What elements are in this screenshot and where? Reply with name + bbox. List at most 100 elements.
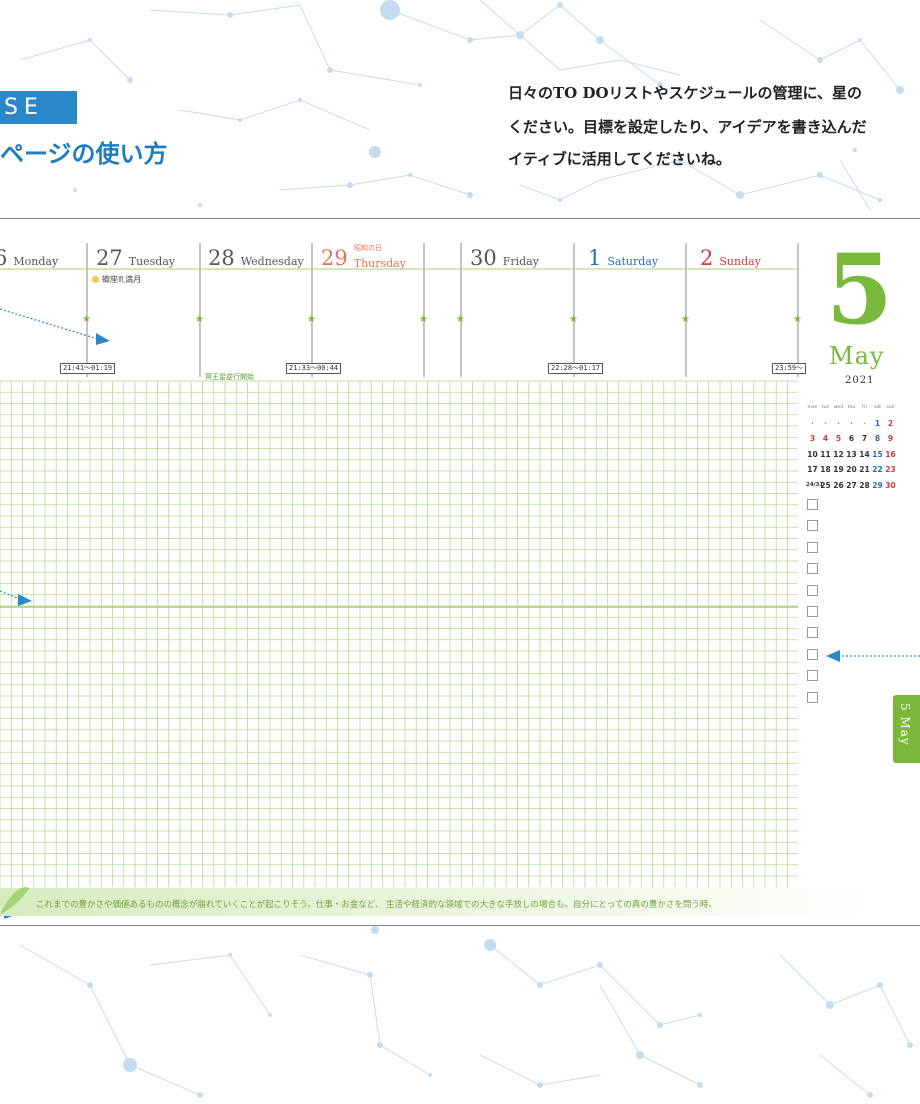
mini-calendar-day: 26 (833, 480, 844, 490)
day-header-tuesday: 27 Tuesday (96, 246, 175, 270)
todo-checkbox[interactable] (807, 584, 818, 596)
void-moon-time: 21:41～01:19 (60, 363, 116, 374)
mini-calendar-day: 19 (833, 465, 844, 475)
mini-calendar-day: 5 (835, 434, 842, 444)
intro-line-2: ください。目標を設定したり、アイデアを書き込んだ (508, 118, 867, 136)
todo-checkbox[interactable] (807, 563, 818, 575)
mini-calendar-day: 23 (885, 465, 896, 475)
todo-checkbox[interactable] (807, 499, 818, 510)
page-title: ページの使い方 (0, 140, 168, 168)
mini-calendar-weekday: sat (874, 405, 881, 411)
todo-checkbox[interactable] (807, 606, 818, 617)
mini-calendar-day: · (863, 418, 866, 428)
mini-calendar-day: · (837, 418, 840, 428)
day-header-wednesday: 28 Wednesday (208, 246, 304, 270)
void-moon-time: 23:59～ (772, 363, 807, 374)
star-icon: ★ (456, 314, 465, 325)
todo-checkbox[interactable] (807, 670, 818, 682)
mini-calendar-weekday: sun (886, 405, 895, 411)
mini-calendar-weekday: wed (833, 405, 844, 411)
constellation-background-bottom (19, 926, 913, 1098)
mini-calendar-day: 16 (885, 449, 896, 459)
mini-calendar-week: 10 11 12 13 14 15 16 (806, 447, 904, 463)
mini-calendar-day: 10 (807, 449, 818, 459)
day-weekday: Saturday (607, 255, 659, 268)
month-tab-label: 5 May (898, 703, 912, 746)
mini-calendar-day: 11 (820, 449, 831, 459)
intro-line-3: イティブに活用してくださいね。 (508, 150, 731, 168)
day-weekday: Monday (13, 255, 59, 268)
mini-calendar-day: 13 (846, 449, 857, 459)
mini-calendar-weekday: thu (847, 405, 856, 411)
mini-calendar-day: 2 (887, 418, 894, 428)
mini-calendar-day: 7 (861, 434, 868, 444)
mini-calendar-day: 20 (846, 465, 857, 475)
mini-calendar-day: 15 (872, 449, 883, 459)
day-header-monday: 6 Monday (0, 246, 58, 270)
mini-calendar-day: 9 (887, 434, 894, 444)
mini-calendar-day: 14 (859, 449, 870, 459)
mini-calendar-day: 28 (859, 480, 870, 490)
mini-calendar-day: 21 (859, 465, 870, 475)
month-name: May (829, 342, 885, 370)
day-weekday: Friday (502, 255, 539, 268)
star-icon: ★ (82, 314, 91, 325)
mini-calendar-day: 1 (874, 418, 881, 428)
full-moon-icon (92, 276, 99, 283)
void-moon-time: 22:28～01:17 (548, 363, 604, 374)
mini-calendar-day: 17 (807, 465, 818, 475)
mini-calendar-day: 24/31 (806, 482, 824, 489)
day-weekday: Tuesday (128, 255, 176, 268)
day-number: 2 (700, 246, 714, 270)
star-icon: ★ (419, 314, 428, 325)
todo-checkbox[interactable] (807, 691, 818, 703)
day-header-saturday: 1 Saturday (588, 246, 658, 270)
star-icon: ★ (681, 314, 690, 325)
arrow-head (96, 333, 110, 345)
arrow-head (826, 650, 840, 662)
holiday-label: 昭和の日 (354, 244, 382, 252)
todo-checkbox[interactable] (807, 648, 818, 660)
mini-calendar-week: 24/31 25 26 27 28 29 30 (806, 478, 904, 494)
mini-calendar-weekday: fri (862, 405, 867, 411)
star-icon: ★ (569, 314, 578, 325)
day-number: 6 (0, 246, 8, 270)
mini-calendar-day: 8 (874, 434, 881, 444)
star-icon: ★ (307, 314, 316, 325)
day-number: 27 (96, 246, 123, 270)
mini-calendar-week: 17 18 19 20 21 22 23 (806, 462, 904, 478)
mini-calendar: mon tue wed thu fri sat sun · · · · · 1 2 3 4 5 6 7 8 9 10 11 1… (806, 400, 904, 493)
day-header-friday: 30 Friday (470, 246, 539, 270)
mini-calendar-weekday: tue (821, 405, 830, 411)
todo-checkbox[interactable] (807, 541, 818, 553)
mini-calendar-day: 18 (820, 465, 831, 475)
day-number: 30 (470, 246, 497, 270)
mini-calendar-day: 6 (848, 434, 855, 444)
mini-calendar-day: 22 (872, 465, 883, 475)
mini-calendar-day: 25 (820, 480, 831, 490)
mini-calendar-day: 30 (885, 480, 896, 490)
todo-checkbox[interactable] (807, 520, 818, 532)
void-moon-time: 21:33～00:44 (286, 363, 342, 374)
mini-calendar-day: 29 (872, 480, 883, 490)
month-index-tab[interactable]: 5 May (893, 695, 920, 763)
day-number: 28 (208, 246, 235, 270)
arrow-head (18, 594, 32, 606)
mini-calendar-week: · · · · · 1 2 (806, 416, 904, 432)
year-label: 2021 (845, 375, 875, 386)
day-header-sunday: 2 Sunday (700, 246, 761, 270)
mini-calendar-header: mon tue wed thu fri sat sun (806, 400, 904, 416)
moon-phase-text: 蠍座♏満月 (102, 275, 142, 284)
astro-event-note: 冥王星逆行開始 (205, 373, 254, 381)
mini-calendar-day: · (811, 418, 814, 428)
mini-calendar-day: 4 (822, 434, 829, 444)
month-number: 5 (826, 233, 893, 346)
day-weekday: Thursday (353, 257, 406, 270)
day-weekday: Wednesday (240, 255, 304, 268)
day-number: 29 (321, 246, 348, 270)
star-icon: ★ (793, 314, 802, 325)
use-section-badge: SE (0, 91, 77, 124)
mini-calendar-day: 3 (809, 434, 816, 444)
mini-calendar-day: 12 (833, 449, 844, 459)
todo-checkbox[interactable] (807, 627, 818, 639)
